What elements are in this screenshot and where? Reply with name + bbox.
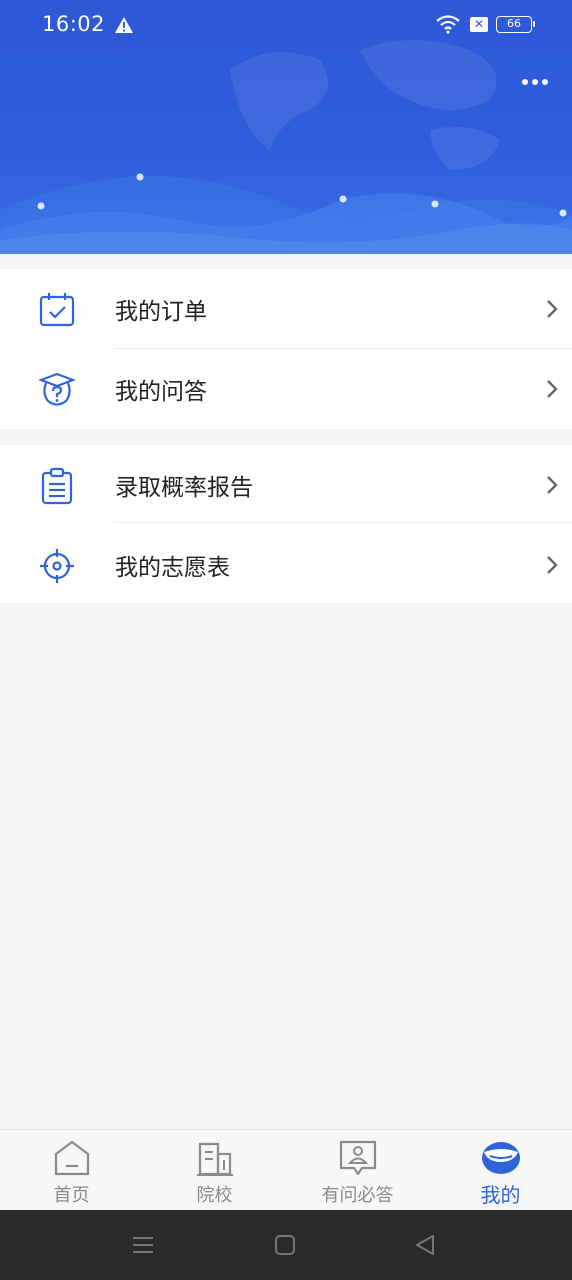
menu-item-label: 我的问答: [115, 379, 207, 405]
target-icon: [40, 549, 74, 583]
menu-item-my-wishlist[interactable]: 我的志愿表: [0, 525, 572, 605]
tab-home[interactable]: 首页: [0, 1130, 143, 1210]
warning-icon: [115, 17, 133, 33]
chevron-right-icon: [547, 476, 558, 494]
qa-chat-person-icon: [339, 1140, 376, 1176]
chevron-right-icon: [547, 556, 558, 574]
graduation-question-icon: [38, 372, 76, 406]
menu-item-label: 我的志愿表: [115, 555, 230, 581]
menu-item-label: 录取概率报告: [115, 475, 253, 501]
wave-decoration: [0, 173, 572, 254]
back-triangle-icon[interactable]: [413, 1233, 437, 1257]
battery-icon: 66: [496, 15, 535, 33]
calendar-check-icon: [39, 293, 75, 327]
tab-label: 有问必答: [321, 1185, 394, 1206]
status-bar: 16:02 ✕ 66: [0, 0, 572, 52]
clipboard-report-icon: [41, 467, 73, 505]
my-profile-icon: [481, 1142, 520, 1174]
profile-header: 16:02 ✕ 66: [0, 0, 572, 254]
tab-label: 首页: [53, 1185, 90, 1206]
sim-blocked-icon: ✕: [470, 16, 488, 32]
tab-schools[interactable]: 院校: [143, 1130, 286, 1210]
tab-label: 院校: [196, 1185, 233, 1206]
menu-group-orders: 我的订单 我的问答: [0, 269, 572, 429]
chevron-right-icon: [547, 300, 558, 318]
menu-group-reports: 录取概率报告 我的志愿表: [0, 445, 572, 603]
home-square-icon[interactable]: [273, 1233, 297, 1257]
divider: [114, 522, 572, 523]
menu-item-label: 我的订单: [115, 299, 207, 325]
tab-qa[interactable]: 有问必答: [286, 1130, 429, 1210]
menu-item-admission-report[interactable]: 录取概率报告: [0, 445, 572, 525]
home-icon: [54, 1140, 89, 1176]
wifi-icon: [436, 15, 460, 34]
tab-label: 我的: [480, 1183, 521, 1207]
menu-item-my-orders[interactable]: 我的订单: [0, 269, 572, 349]
status-time: 16:02: [42, 12, 106, 36]
tab-my[interactable]: 我的: [429, 1130, 572, 1210]
system-navigation-bar: [0, 1210, 572, 1280]
bottom-tab-bar: 首页 院校 有问必答 我的: [0, 1129, 572, 1210]
more-dots-icon[interactable]: [518, 72, 552, 92]
school-building-icon: [196, 1142, 233, 1176]
chevron-right-icon: [547, 380, 558, 398]
menu-icon[interactable]: [131, 1233, 155, 1257]
menu-item-my-qa[interactable]: 我的问答: [0, 349, 572, 429]
